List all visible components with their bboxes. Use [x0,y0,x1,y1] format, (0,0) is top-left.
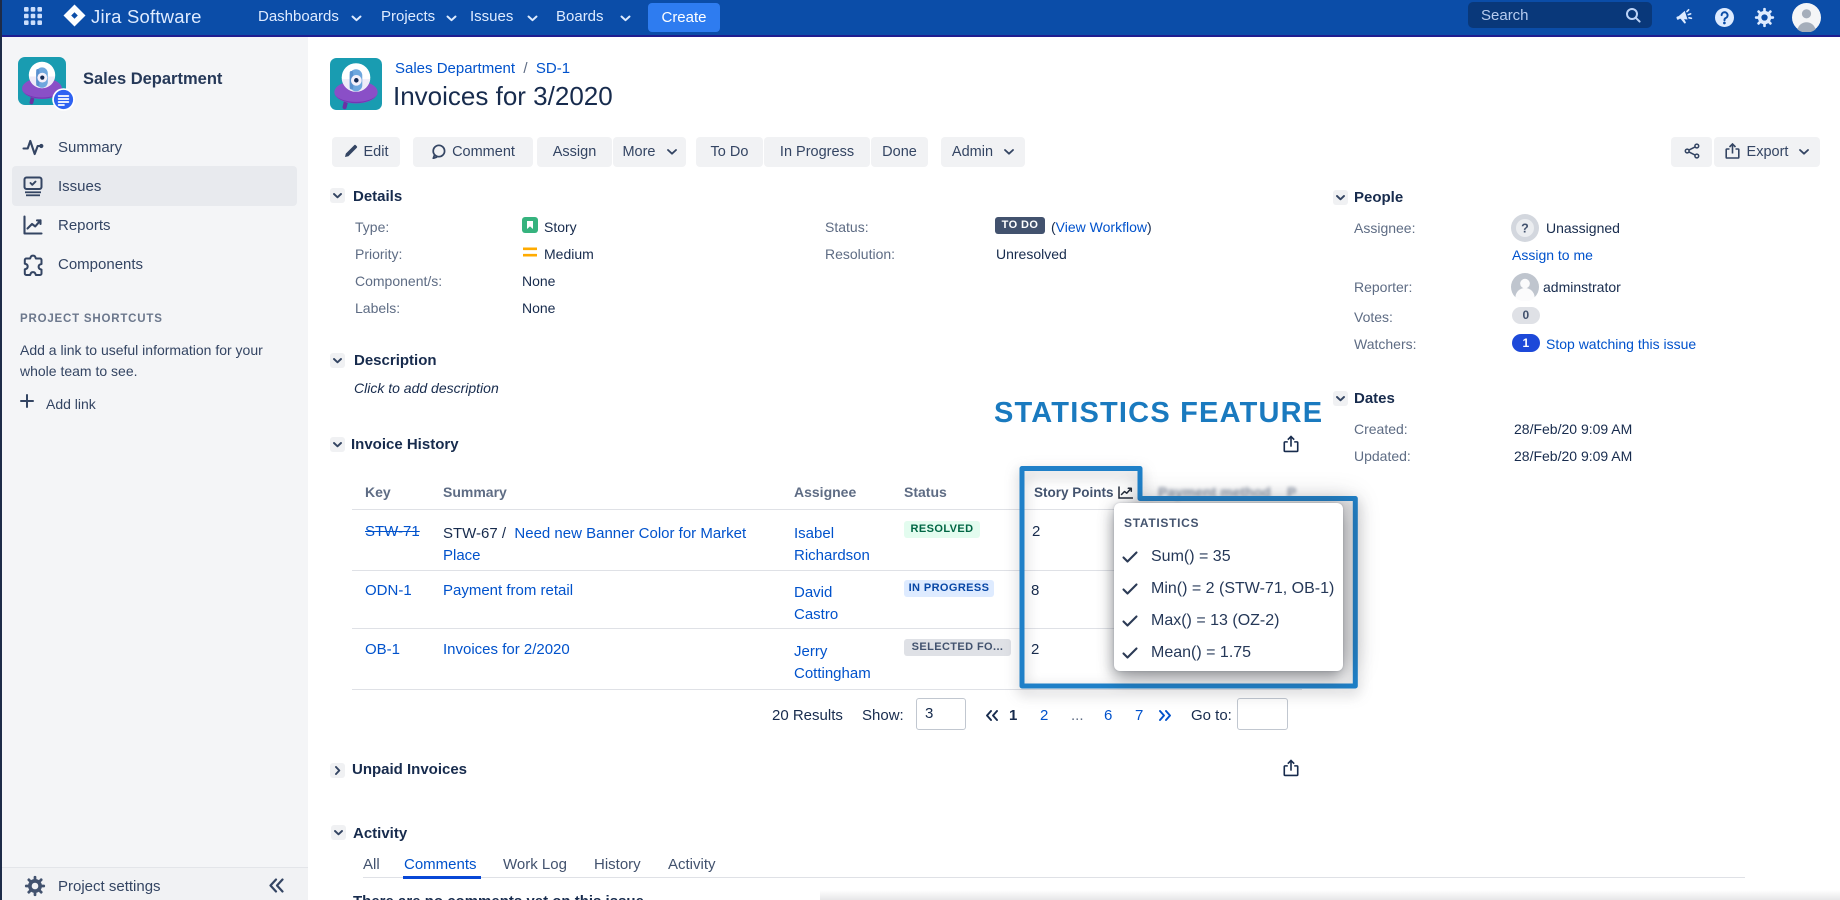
svg-text:?: ? [1521,222,1529,236]
